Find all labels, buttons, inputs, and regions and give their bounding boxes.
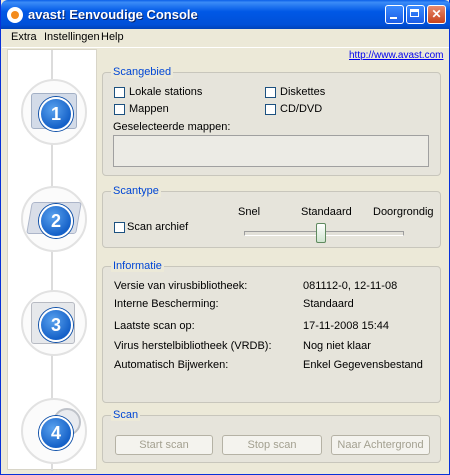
step-3-icon: 3 xyxy=(39,308,73,342)
scan-archive-label[interactable]: Scan archief xyxy=(127,221,188,233)
diskettes-label[interactable]: Diskettes xyxy=(280,86,325,98)
scangebied-legend: Scangebied xyxy=(111,66,174,78)
cd-dvd-label[interactable]: CD/DVD xyxy=(280,103,322,115)
step-2-icon: 2 xyxy=(39,204,73,238)
cd-dvd-checkbox[interactable] xyxy=(265,104,276,115)
minimize-button[interactable] xyxy=(385,5,404,24)
menu-bar: Extra Instellingen Help xyxy=(2,29,449,48)
informatie-legend: Informatie xyxy=(111,260,164,272)
background-button[interactable]: Naar Achtergrond xyxy=(331,435,430,455)
step-1-icon: 1 xyxy=(39,97,73,131)
info-label-bescherming: Interne Bescherming: xyxy=(114,298,219,310)
informatie-group: Informatie Versie van virusbibliotheek: … xyxy=(102,260,441,403)
info-label-laatste-scan: Laatste scan op: xyxy=(114,320,195,332)
info-value-bescherming: Standaard xyxy=(303,298,354,310)
avast-website-link[interactable]: http://www.avast.com xyxy=(349,50,443,61)
scan-archive-checkbox[interactable] xyxy=(114,222,125,233)
info-label-vrdb: Virus herstelbibliotheek (VRDB): xyxy=(114,340,272,352)
steps-pane: 1 2 3 4 xyxy=(7,49,97,471)
step-4-icon: 4 xyxy=(39,416,73,450)
window-title: avast! Eenvoudige Console xyxy=(28,7,198,22)
maximize-button[interactable] xyxy=(406,5,425,24)
avast-logo-icon[interactable] xyxy=(7,7,23,23)
info-value-vrdb: Nog niet klaar xyxy=(303,340,371,352)
slider-label-snel: Snel xyxy=(238,206,261,218)
mappen-label[interactable]: Mappen xyxy=(129,103,169,115)
scangebied-group: Scangebied Lokale stations Diskettes Map… xyxy=(102,66,441,176)
mappen-checkbox[interactable] xyxy=(114,104,125,115)
step-2-scan-type[interactable]: 2 xyxy=(21,186,87,252)
menu-instellingen[interactable]: Instellingen xyxy=(44,31,100,43)
scantype-legend: Scantype xyxy=(111,185,161,197)
title-bar[interactable]: avast! Eenvoudige Console ✕ xyxy=(1,0,450,29)
selected-folders-label: Geselecteerde mappen: xyxy=(113,121,231,133)
slider-label-standaard: Standaard xyxy=(301,206,352,218)
info-value-laatste-scan: 17-11-2008 15:44 xyxy=(303,320,390,332)
scan-level-slider-thumb[interactable] xyxy=(316,223,326,243)
scantype-group: Scantype Snel Standaard Doorgrondig Scan… xyxy=(102,185,441,248)
info-label-bijwerken: Automatisch Bijwerken: xyxy=(114,359,229,371)
diskettes-checkbox[interactable] xyxy=(265,87,276,98)
app-window: avast! Eenvoudige Console ✕ Extra Instel… xyxy=(0,0,450,475)
scan-legend: Scan xyxy=(111,409,141,421)
info-label-versie: Versie van virusbibliotheek: xyxy=(114,280,248,292)
lokale-stations-label[interactable]: Lokale stations xyxy=(129,86,202,98)
stop-scan-button[interactable]: Stop scan xyxy=(222,435,322,455)
close-button[interactable]: ✕ xyxy=(427,5,446,24)
info-value-bijwerken: Enkel Gegevensbestand xyxy=(303,359,423,371)
menu-extra[interactable]: Extra xyxy=(11,31,37,43)
step-1-scan-area[interactable]: 1 xyxy=(21,79,87,145)
start-scan-button[interactable]: Start scan xyxy=(115,435,213,455)
menu-help[interactable]: Help xyxy=(101,31,124,43)
selected-folders-list[interactable] xyxy=(113,135,429,167)
step-3-info[interactable]: 3 xyxy=(21,290,87,356)
scan-group: Scan Start scan Stop scan Naar Achtergro… xyxy=(102,409,441,463)
step-4-scan[interactable]: 4 xyxy=(21,398,87,464)
info-value-versie: 081112-0, 12-11-08 xyxy=(303,280,398,292)
lokale-stations-checkbox[interactable] xyxy=(114,87,125,98)
slider-label-doorgrondig: Doorgrondig xyxy=(373,206,434,218)
